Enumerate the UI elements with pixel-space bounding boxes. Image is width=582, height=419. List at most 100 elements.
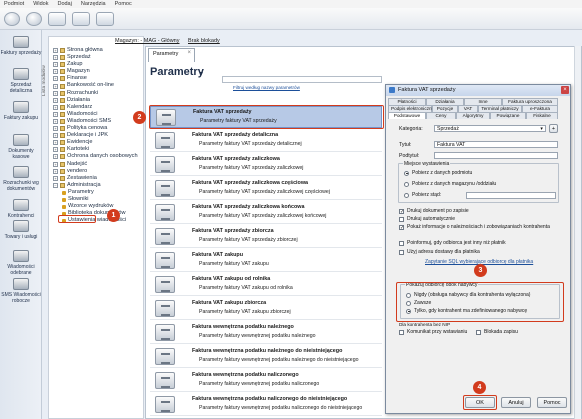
param-row[interactable]: Faktura VAT zakupu zbiorcza Parametry fak… xyxy=(150,298,382,320)
dialog-tab[interactable]: Pozycje xyxy=(432,105,458,112)
param-row[interactable]: Faktura wewnętrzna podatku należnego do … xyxy=(150,346,382,368)
param-row[interactable]: Faktura VAT zakupu od rolnika Parametry f… xyxy=(150,274,382,296)
param-row[interactable]: Faktura VAT sprzedaży zaliczkowa częścio… xyxy=(150,178,382,200)
dialog-tab[interactable]: Ceny xyxy=(426,112,456,119)
place-option[interactable]: Pobierz z danych podmiotu xyxy=(404,170,472,176)
cancel-button[interactable]: Anuluj xyxy=(501,397,531,408)
place-option[interactable]: Pobierz stąd: xyxy=(404,192,441,198)
filter-link[interactable]: Filtruj według nazwy parametrów xyxy=(233,85,300,90)
menu-item[interactable]: Pomoc xyxy=(115,0,132,8)
expand-icon[interactable]: + xyxy=(53,76,58,82)
back-icon[interactable] xyxy=(4,11,20,26)
tree-item[interactable]: + Magazyn xyxy=(53,68,138,75)
nav-item[interactable]: Dokumenty kasowe xyxy=(0,134,42,160)
param-row[interactable]: Faktura VAT sprzedaży zaliczkowa Parametr… xyxy=(150,154,382,176)
dialog-tab[interactable]: Działania xyxy=(426,98,464,105)
tree-item[interactable]: + Zestawienia xyxy=(53,175,138,182)
param-row[interactable]: Faktura VAT sprzedaży detaliczna Parametr… xyxy=(150,130,382,152)
param-row[interactable]: Faktura wewnętrzna podatku naliczonego Pa… xyxy=(150,370,382,392)
chevron-down-icon[interactable]: ▾ xyxy=(200,70,203,77)
tools-icon[interactable] xyxy=(96,11,114,26)
tree-item[interactable]: + Nadejść xyxy=(53,161,138,168)
menu-item[interactable]: Podmiot xyxy=(4,0,24,8)
option-checkbox[interactable]: ✓ Drukuj dokument po zapisie xyxy=(399,208,469,214)
expand-icon[interactable]: + xyxy=(53,118,58,124)
tree-item[interactable]: + Działania xyxy=(53,97,138,104)
dialog-tab[interactable]: Płatności xyxy=(388,98,426,105)
warehouse-selector[interactable]: Magazyn: - MAG - Główny xyxy=(115,38,180,44)
expand-icon[interactable]: + xyxy=(53,133,58,139)
tree-item[interactable]: − Administracja xyxy=(53,182,138,189)
nav-item[interactable]: Kontrahenci xyxy=(0,199,42,219)
dialog-tab[interactable]: Faktura uproszczona xyxy=(502,98,558,105)
tree-item[interactable]: + Kalendarz xyxy=(53,104,138,111)
place-option[interactable]: Pobierz z danych magazynu /oddziału xyxy=(404,181,496,187)
nav-item[interactable]: SMS Wiadomości robocze xyxy=(0,278,42,304)
subtree-item[interactable]: Słowniki xyxy=(62,196,126,203)
dialog-tab[interactable]: e-Faktura xyxy=(522,105,558,112)
expand-icon[interactable]: − xyxy=(53,182,58,188)
option-checkbox[interactable]: Użyj adresu dostawy dla płatnika xyxy=(399,249,480,255)
option-checkbox[interactable]: ✓ Pokaż informacje o należnościach i zobo… xyxy=(399,224,550,230)
expand-icon[interactable]: + xyxy=(53,90,58,96)
tree-item[interactable]: + Deklaracje i JPK xyxy=(53,132,138,139)
menu-item[interactable]: Narzędzia xyxy=(81,0,106,8)
place-input[interactable] xyxy=(466,192,556,199)
add-category-button[interactable]: + xyxy=(549,124,558,133)
help-button[interactable]: Pomoc xyxy=(537,397,567,408)
expand-icon[interactable]: + xyxy=(53,55,58,61)
tree-item[interactable]: + Ewidencje xyxy=(53,139,138,146)
refresh-icon[interactable] xyxy=(72,11,90,26)
subtree-item[interactable]: Parametry xyxy=(62,189,126,196)
expand-icon[interactable]: + xyxy=(53,161,58,167)
filter-input[interactable] xyxy=(222,76,382,83)
option-checkbox[interactable]: Drukuj automatycznie xyxy=(399,216,455,222)
expand-icon[interactable]: + xyxy=(53,154,58,160)
tree-item[interactable]: + Kartoteki xyxy=(53,146,138,153)
dialog-tab[interactable]: Powiązane xyxy=(490,112,526,119)
tree-item[interactable]: + Bankowość on-line xyxy=(53,82,138,89)
menu-item[interactable]: Widok xyxy=(33,0,48,8)
nip-checkbox[interactable]: Komunikat przy wstawianiu xyxy=(399,329,467,335)
dialog-tab[interactable]: Terminal płatniczy xyxy=(478,105,522,112)
expand-icon[interactable]: + xyxy=(53,168,58,174)
tree-item[interactable]: + Ochrona danych osobowych xyxy=(53,153,138,160)
tree-item[interactable]: + Zakup xyxy=(53,61,138,68)
tree-item[interactable]: + Polityka cenowa xyxy=(53,125,138,132)
tree-item[interactable]: + Finanse xyxy=(53,75,138,82)
expand-icon[interactable]: + xyxy=(53,69,58,75)
tree-item[interactable]: + Strona główna xyxy=(53,47,138,54)
scrollbar[interactable] xyxy=(574,46,581,419)
expand-icon[interactable]: + xyxy=(53,62,58,68)
expand-icon[interactable]: + xyxy=(53,111,58,117)
nip-checkbox[interactable]: Blokada zapisu xyxy=(476,329,518,335)
close-tab-icon[interactable]: × xyxy=(187,50,191,56)
lock-status-link[interactable]: Brak blokady xyxy=(188,38,220,44)
expand-icon[interactable]: + xyxy=(53,126,58,132)
nav-item[interactable]: Sprzedaż detaliczna xyxy=(0,68,42,94)
nav-item[interactable]: Faktury sprzedaży xyxy=(0,36,42,56)
tab-parametry[interactable]: Parametry × xyxy=(148,48,195,62)
tytul-input[interactable]: Faktura VAT xyxy=(434,141,558,148)
expand-icon[interactable]: + xyxy=(53,147,58,153)
param-row[interactable]: Faktura VAT sprzedaży zaliczkowa końcowa… xyxy=(150,202,382,224)
expand-icon[interactable]: + xyxy=(53,140,58,146)
forward-icon[interactable] xyxy=(26,11,42,26)
dialog-tab[interactable]: Podstawowe xyxy=(388,112,426,119)
nav-item[interactable]: Faktury zakupu xyxy=(0,101,42,121)
dialog-tab[interactable]: Inne xyxy=(464,98,502,105)
tree-item[interactable]: + Wiadomości xyxy=(53,111,138,118)
dialog-tab[interactable]: Podpis elektroniczny xyxy=(388,105,434,112)
param-row[interactable]: Faktura VAT zakupu Parametry faktury VAT … xyxy=(150,250,382,272)
tree-item[interactable]: + Wiadomości SMS xyxy=(53,118,138,125)
expand-icon[interactable]: + xyxy=(53,48,58,54)
home-icon[interactable] xyxy=(48,11,66,26)
expand-icon[interactable]: + xyxy=(53,97,58,103)
dialog-tab[interactable]: VAT xyxy=(458,105,478,112)
tree-item[interactable]: + Sprzedaż xyxy=(53,54,138,61)
nav-item[interactable]: Towary i usługi xyxy=(0,220,42,240)
param-row[interactable]: Faktura VAT sprzedaży zbiorcza Parametry … xyxy=(150,226,382,248)
dialog-tab[interactable]: Fiskalne xyxy=(526,112,558,119)
menu-item[interactable]: Dodaj xyxy=(57,0,71,8)
option-checkbox[interactable]: Poinformuj, gdy odbiorca jest inny niż p… xyxy=(399,240,506,246)
